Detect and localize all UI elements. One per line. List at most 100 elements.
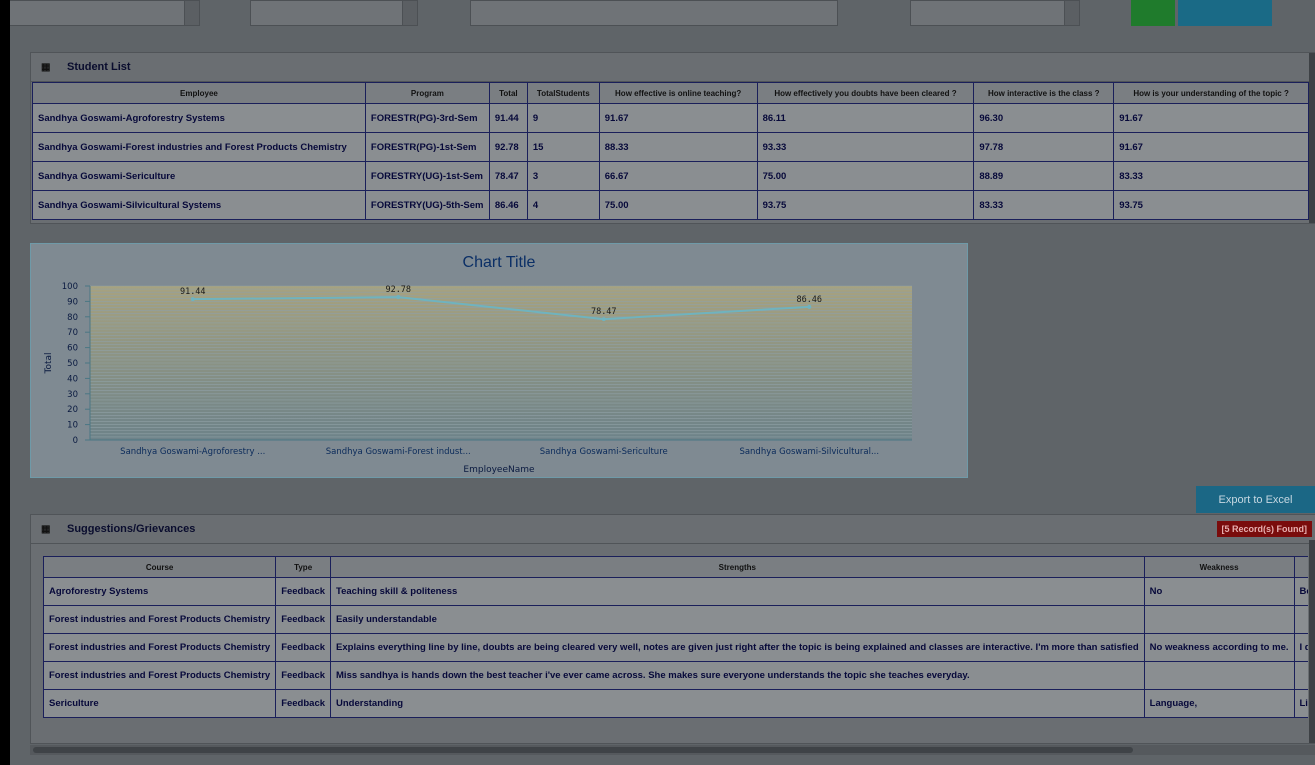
scrollbar[interactable] [1309,540,1315,743]
suggestions-panel: ▦ Suggestions/Grievances [5 Record(s) Fo… [30,514,1315,744]
x-axis: Sandhya Goswami-Agroforestry ... Sandhya … [90,439,912,457]
data-point[interactable] [396,295,401,300]
data-point[interactable] [190,297,195,302]
column-header [1293,556,1308,578]
table-row: Sandhya Goswami-Sericulture FORESTRY(UG)-… [32,161,1309,191]
table-cell: Teaching skill & politeness [330,577,1145,606]
y-tick-label: 100 [62,282,78,292]
chevron-down-icon[interactable] [184,1,199,25]
data-point[interactable] [807,304,812,309]
table-cell: FORESTR(PG)-1st-Sem [364,132,490,162]
chevron-down-icon[interactable] [1064,1,1079,25]
grid-icon: ▦ [41,61,50,73]
y-tick-label: 0 [73,436,78,446]
y-axis-label: Total [44,352,54,374]
y-tick-label: 70 [67,328,78,338]
table-cell: Sandhya Goswami-Silvicultural Systems [32,190,366,220]
records-badge: [5 Record(s) Found] [1216,521,1312,537]
table-cell [1143,661,1295,690]
column-header: Type [275,556,332,578]
table-cell: Sericulture [43,689,277,718]
data-label: 91.44 [180,287,206,297]
y-tick-label: 90 [67,297,78,307]
filter-dropdown-2[interactable] [250,0,418,26]
chart-title: Chart Title [463,254,536,271]
x-tick-label: Sandhya Goswami-Sericulture [540,447,668,457]
chevron-down-icon[interactable] [402,1,417,25]
data-point[interactable] [601,317,606,322]
table-cell: No weakness according to me. [1143,633,1295,662]
grid-icon: ▦ [41,523,50,535]
table-cell: 86.11 [756,103,975,133]
y-tick-label: 50 [67,359,78,369]
table-cell: 88.33 [598,132,758,162]
horizontal-scroll-thumb[interactable] [33,747,1133,753]
x-tick-label: Sandhya Goswami-Agroforestry ... [120,447,265,457]
table-cell: Easily understandable [330,605,1145,634]
table-cell [1293,661,1308,690]
table-cell: Language, [1143,689,1295,718]
table-row: Sandhya Goswami-Forest industries and Fo… [32,132,1309,162]
table-cell: 15 [526,132,600,162]
student-table-header-row: Employee Program Total TotalStudents How eff… [32,82,1309,104]
table-cell: 86.46 [488,190,528,220]
y-tick-label: 30 [67,390,78,400]
table-cell: FORESTRY(UG)-1st-Sem [364,161,490,191]
table-cell: 78.47 [488,161,528,191]
table-cell: Feedback [275,605,332,634]
table-row: Agroforestry Systems Feedback Teaching ski… [43,577,1308,606]
column-header: Employee [32,82,366,104]
table-cell: 91.67 [1113,132,1309,162]
table-cell: Understanding [330,689,1145,718]
column-header: Course [43,556,277,578]
table-cell: Sandhya Goswami-Agroforestry Systems [32,103,366,133]
table-cell: 75.00 [756,161,975,191]
student-list-title: Student List [67,61,131,73]
table-cell: Best teache [1293,577,1308,606]
action-button[interactable] [1178,0,1272,26]
table-cell [1293,605,1308,634]
search-button[interactable] [1131,0,1175,26]
suggestions-table-header-row: Course Type Strengths Weakness [43,556,1308,578]
suggestions-table-wrap: Course Type Strengths Weakness Agroforestry… [43,556,1308,718]
table-cell: 96.30 [973,103,1115,133]
table-cell: 66.67 [598,161,758,191]
student-table: Employee Program Total TotalStudents How eff… [32,82,1309,220]
data-label: 92.78 [385,285,411,295]
table-cell: FORESTR(PG)-3rd-Sem [364,103,490,133]
column-header: How effective is online teaching? [598,82,758,104]
filter-dropdown-1[interactable] [10,0,200,26]
table-cell: 88.89 [973,161,1115,191]
table-cell: 4 [526,190,600,220]
x-tick-label: Sandhya Goswami-Silvicultural... [739,447,879,457]
table-row: Sandhya Goswami-Silvicultural Systems FOR… [32,190,1309,220]
table-cell: 83.33 [973,190,1115,220]
table-cell: 83.33 [1113,161,1309,191]
table-cell: Feedback [275,661,332,690]
suggestions-title: Suggestions/Grievances [67,523,196,535]
x-tick-label: Sandhya Goswami-Forest indust... [326,447,471,457]
table-cell: Like to ask y [1293,689,1308,718]
filter-dropdown-3[interactable] [910,0,1080,26]
suggestions-table: Course Type Strengths Weakness Agroforestry… [43,556,1308,718]
page-frame: ▦ Student List Employee Program Total Total… [10,0,1315,765]
table-cell: 93.33 [756,132,975,162]
scrollbar[interactable] [1309,53,1315,223]
table-row: Sandhya Goswami-Agroforestry Systems FORE… [32,103,1309,133]
table-row: Forest industries and Forest Products Ch… [43,605,1308,634]
table-cell: Sandhya Goswami-Sericulture [32,161,366,191]
data-label: 86.46 [796,295,822,305]
data-label: 78.47 [591,307,617,317]
table-cell: 97.78 [973,132,1115,162]
column-header: Program [364,82,490,104]
table-cell: Feedback [275,689,332,718]
export-excel-button[interactable]: Export to Excel [1196,486,1315,513]
y-tick-label: 40 [67,374,78,384]
filter-input[interactable] [470,0,838,26]
table-cell: 75.00 [598,190,758,220]
y-tick-label: 10 [67,421,78,431]
table-cell: 91.67 [598,103,758,133]
line-chart: Chart Title 0 10 20 30 40 50 60 70 80 90 100 Sandh… [44,254,912,475]
column-header: TotalStudents [526,82,600,104]
y-tick-label: 60 [67,344,78,354]
